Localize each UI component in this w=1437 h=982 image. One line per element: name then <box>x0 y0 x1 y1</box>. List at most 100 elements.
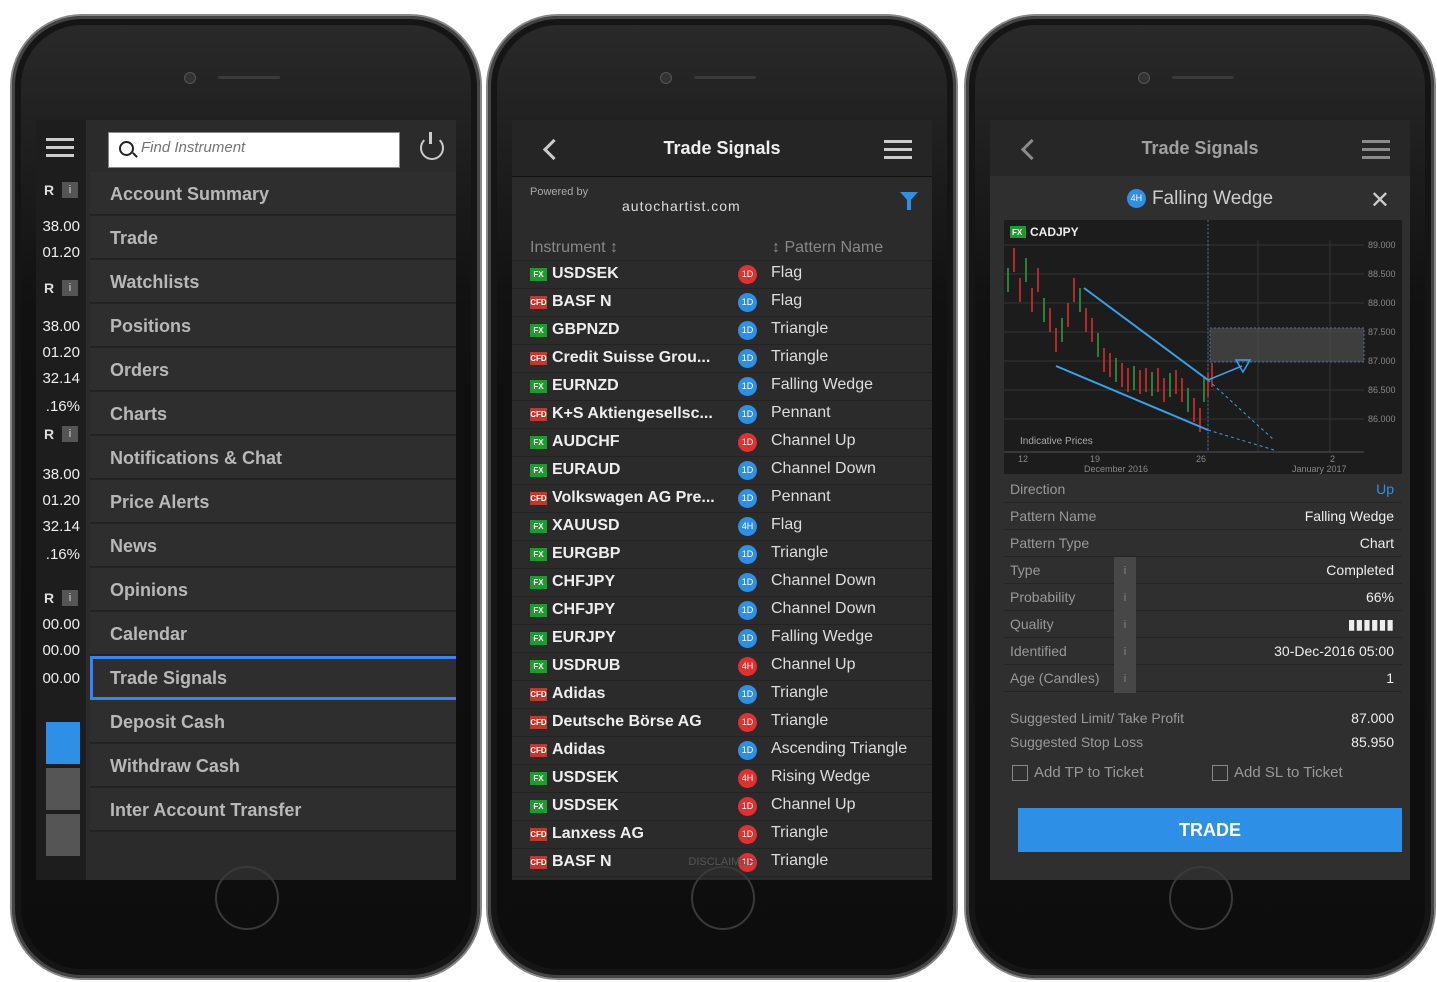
date-tick: 2 <box>1330 454 1335 464</box>
page-title: Trade Signals <box>663 138 781 158</box>
signal-row[interactable]: FX CHFJPY 1D Channel Down <box>512 569 932 597</box>
signal-row[interactable]: CFD Credit Suisse Grou... 1D Triangle <box>512 345 932 373</box>
checkbox-icon[interactable] <box>1212 765 1228 782</box>
checkbox-icon[interactable] <box>1012 765 1028 782</box>
instrument-type-badge: FX <box>530 324 547 337</box>
detail-label: Quality <box>1010 616 1054 632</box>
info-icon[interactable]: i <box>1114 584 1136 612</box>
signal-row[interactable]: CFD Volkswagen AG Pre... 1D Pennant <box>512 485 932 513</box>
info-icon[interactable]: i <box>1114 611 1136 639</box>
menu-item-orders[interactable]: Orders <box>90 348 456 392</box>
close-icon[interactable]: ✕ <box>1370 186 1390 215</box>
panel-title: 4H Falling Wedge <box>990 188 1410 210</box>
add-sl-label: Add SL to Ticket <box>1234 764 1343 781</box>
detail-row-pattern-type: Pattern Type Chart <box>1004 530 1402 557</box>
pattern-name: Flag <box>771 516 803 533</box>
signal-row[interactable]: FX USDSEK 1D Flag <box>512 261 932 289</box>
instrument-type-badge: FX <box>530 520 547 533</box>
instrument-name: Lanxess AG <box>552 825 644 842</box>
hamburger-menu-icon[interactable] <box>46 138 74 157</box>
home-button[interactable] <box>1169 866 1233 930</box>
instrument-name: Adidas <box>552 685 606 702</box>
home-button[interactable] <box>215 866 279 930</box>
search-input[interactable] <box>139 138 393 157</box>
signal-row[interactable]: FX EURNZD 1D Falling Wedge <box>512 373 932 401</box>
menu-item-positions[interactable]: Positions <box>90 304 456 348</box>
add-sl-checkbox[interactable]: Add SL to Ticket <box>1212 764 1343 782</box>
menu-item-inter-account-transfer[interactable]: Inter Account Transfer <box>90 788 456 832</box>
signal-row[interactable]: FX USDSEK 1D Channel Up <box>512 793 932 821</box>
background-value: 01.20 <box>42 492 80 509</box>
menu-item-deposit-cash[interactable]: Deposit Cash <box>90 700 456 744</box>
home-button[interactable] <box>691 866 755 930</box>
signal-detail-screen: Trade Signals 4H Falling Wedge ✕ FX CADJPY… <box>990 120 1410 880</box>
signal-row[interactable]: FX EURGBP 1D Triangle <box>512 541 932 569</box>
menu-item-news[interactable]: News <box>90 524 456 568</box>
info-icon[interactable]: i <box>1114 557 1136 585</box>
background-value: 32.14 <box>42 370 80 387</box>
pattern-column-header[interactable]: ↕ Pattern Name <box>772 239 883 257</box>
background-value: 38.00 <box>42 466 80 483</box>
menu-item-trade-signals[interactable]: Trade Signals <box>90 656 456 700</box>
speaker <box>218 76 280 79</box>
detail-row-quality: Quality i ▮▮▮▮▮▮ <box>1004 611 1402 639</box>
instrument-name: Volkswagen AG Pre... <box>552 489 715 506</box>
phone-signals: Trade Signals Powered by autochartist.co… <box>488 16 956 978</box>
timeframe-badge: 1D <box>738 405 757 424</box>
signal-row[interactable]: FX USDSEK 4H Rising Wedge <box>512 765 932 793</box>
info-icon[interactable]: i <box>1114 638 1136 666</box>
power-icon[interactable] <box>420 132 444 160</box>
menu-item-withdraw-cash[interactable]: Withdraw Cash <box>90 744 456 788</box>
menu-item-watchlists[interactable]: Watchlists <box>90 260 456 304</box>
signal-row[interactable]: FX EURJPY 1D Falling Wedge <box>512 625 932 653</box>
signal-row[interactable]: FX EURAUD 1D Channel Down <box>512 457 932 485</box>
signal-row[interactable]: CFD Deutsche Börse AG 1D Triangle <box>512 709 932 737</box>
signal-row[interactable]: CFD Adidas 1D Ascending Triangle <box>512 737 932 765</box>
detail-row-identified: Identified i 30-Dec-2016 05:00 <box>1004 638 1402 666</box>
wedge-lower-line <box>1055 365 1209 431</box>
menu-screen: 38.00 01.20 38.00 01.20 32.14 .16% 38.00 01.20 3… <box>36 120 456 880</box>
info-icon[interactable]: i <box>1114 665 1136 693</box>
detail-label: Pattern Name <box>1010 508 1097 524</box>
instrument-name: USDSEK <box>552 265 619 282</box>
add-tp-checkbox[interactable]: Add TP to Ticket <box>1012 764 1144 782</box>
signal-row[interactable]: CFD K+S Aktiengesellsc... 1D Pennant <box>512 401 932 429</box>
search-field[interactable] <box>108 132 400 168</box>
signal-row[interactable]: FX USDRUB 4H Channel Up <box>512 653 932 681</box>
signal-row[interactable]: FX CHFJPY 1D Channel Down <box>512 597 932 625</box>
trade-button[interactable]: TRADE <box>1018 808 1402 852</box>
menu-item-opinions[interactable]: Opinions <box>90 568 456 612</box>
menu-item-calendar[interactable]: Calendar <box>90 612 456 656</box>
pattern-name: Channel Down <box>771 600 876 617</box>
price-tick: 88.000 <box>1368 298 1396 308</box>
pattern-name: Channel Up <box>771 656 856 673</box>
signal-row[interactable]: CFD BASF N 1D Flag <box>512 289 932 317</box>
filter-icon[interactable] <box>900 192 918 210</box>
date-tick: 19 <box>1090 454 1100 464</box>
pattern-name: Triangle <box>771 544 829 561</box>
pattern-chart: FX CADJPY 89.000 88.500 88.000 87.500 87.000 86… <box>1004 220 1402 474</box>
menu-item-price-alerts[interactable]: Price Alerts <box>90 480 456 524</box>
timeframe-badge: 4H <box>738 769 757 788</box>
signal-row[interactable]: FX AUDCHF 1D Channel Up <box>512 429 932 457</box>
hamburger-menu-icon[interactable] <box>884 140 912 159</box>
instrument-name: EURNZD <box>552 377 619 394</box>
detail-value: Up <box>1376 481 1394 497</box>
instrument-name: BASF N <box>552 293 612 310</box>
signal-row[interactable]: FX XAUUSD 4H Flag <box>512 513 932 541</box>
menu-item-trade[interactable]: Trade <box>90 216 456 260</box>
menu-item-notifications-chat[interactable]: Notifications & Chat <box>90 436 456 480</box>
instrument-type-badge: CFD <box>530 744 547 757</box>
signal-row[interactable]: FX GBPNZD 1D Triangle <box>512 317 932 345</box>
menu-item-account-summary[interactable]: Account Summary <box>90 172 456 216</box>
signal-row[interactable]: CFD Lanxess AG 1D Triangle <box>512 821 932 849</box>
powered-by-label: Powered by <box>530 186 589 198</box>
pattern-name: Ascending Triangle <box>771 740 908 757</box>
detail-label: Pattern Type <box>1010 535 1090 551</box>
pattern-name: Channel Down <box>771 572 876 589</box>
pattern-name: Pennant <box>771 404 831 421</box>
hamburger-menu-icon[interactable] <box>1362 140 1390 159</box>
menu-item-charts[interactable]: Charts <box>90 392 456 436</box>
instrument-column-header[interactable]: Instrument ↕ <box>530 239 618 257</box>
signal-row[interactable]: CFD Adidas 1D Triangle <box>512 681 932 709</box>
